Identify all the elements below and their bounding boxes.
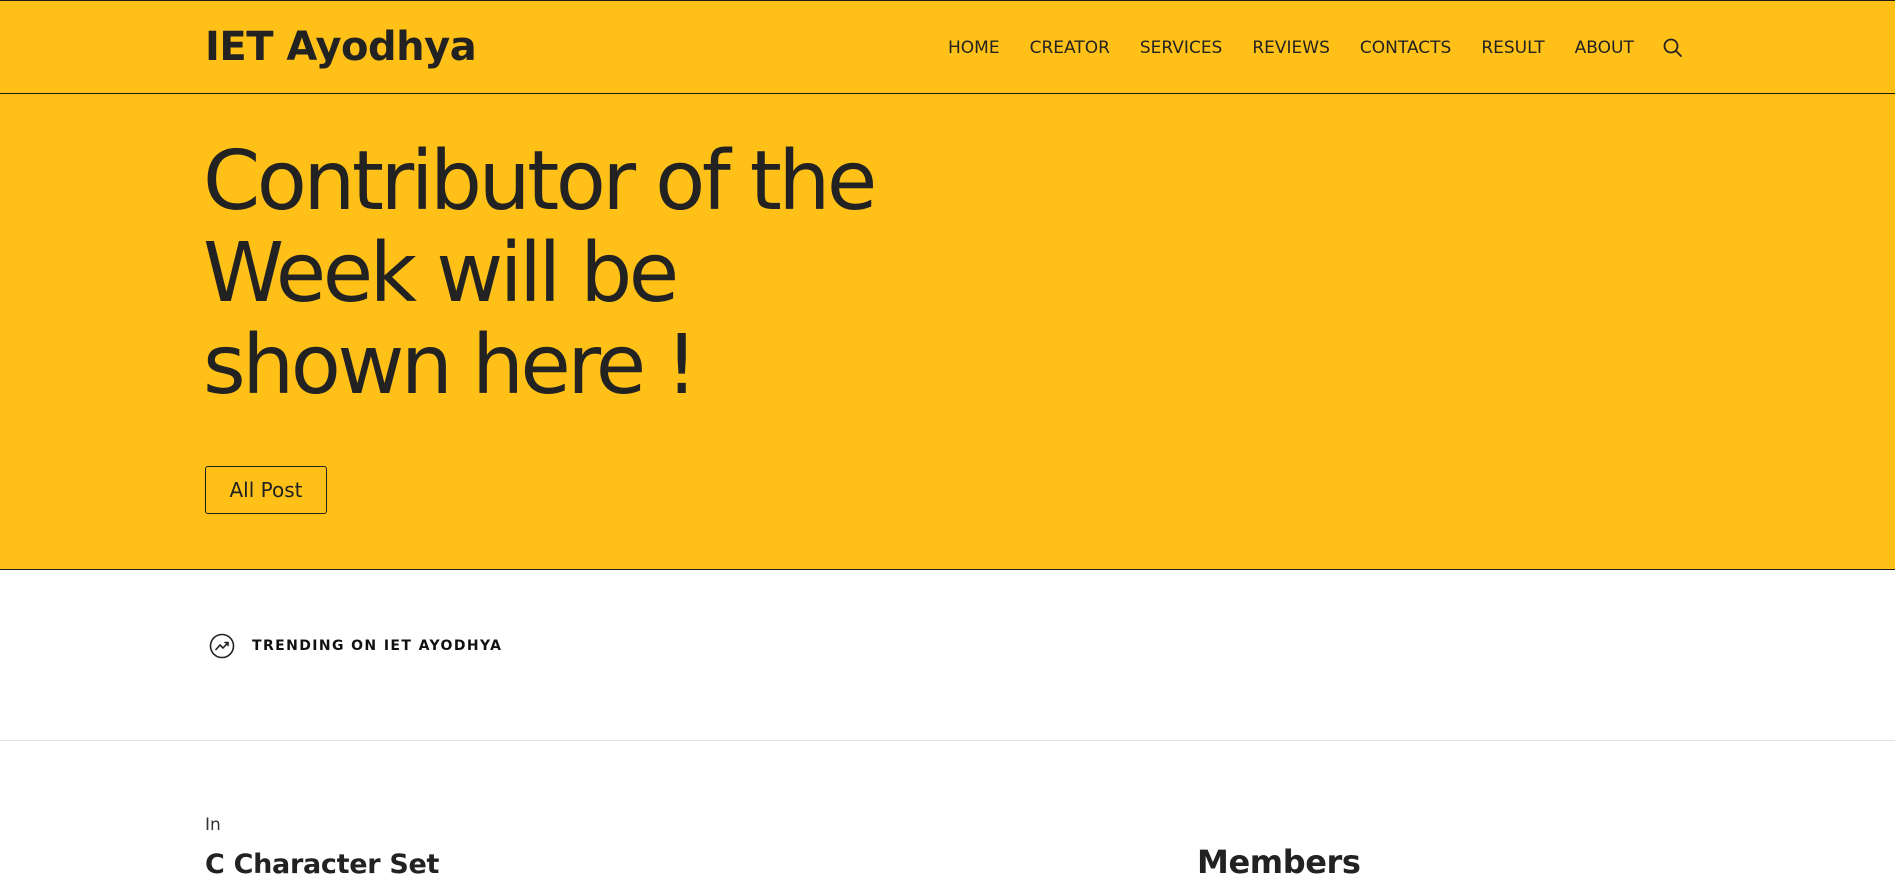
post-category: In: [205, 815, 221, 835]
section-divider: [0, 740, 1895, 741]
search-button[interactable]: [1662, 37, 1684, 59]
hero-title: Contributor of the Week will be shown he…: [203, 134, 877, 413]
nav-item-reviews[interactable]: REVIEWS: [1252, 37, 1330, 59]
trending-label: TRENDING ON IET AYODHYA: [252, 638, 503, 654]
nav-item-result[interactable]: RESULT: [1481, 37, 1544, 59]
nav-item-creator[interactable]: CREATOR: [1030, 37, 1110, 59]
post-title[interactable]: C Character Set: [205, 849, 439, 880]
nav-item-contacts[interactable]: CONTACTS: [1360, 37, 1451, 59]
main-nav: HOME CREATOR SERVICES REVIEWS CONTACTS R…: [948, 37, 1664, 59]
all-post-button[interactable]: All Post: [205, 466, 327, 514]
hero-section: Contributor of the Week will be shown he…: [0, 94, 1895, 570]
nav-item-about[interactable]: ABOUT: [1575, 37, 1634, 59]
nav-item-services[interactable]: SERVICES: [1140, 37, 1222, 59]
trending-up-icon: [209, 633, 235, 659]
site-header: IET Ayodhya HOME CREATOR SERVICES REVIEW…: [0, 0, 1895, 94]
members-heading: Members: [1197, 843, 1361, 881]
search-icon: [1663, 38, 1682, 57]
trending-section: TRENDING ON IET AYODHYA: [208, 632, 502, 660]
site-logo[interactable]: IET Ayodhya: [205, 23, 477, 71]
nav-item-home[interactable]: HOME: [948, 37, 1000, 59]
